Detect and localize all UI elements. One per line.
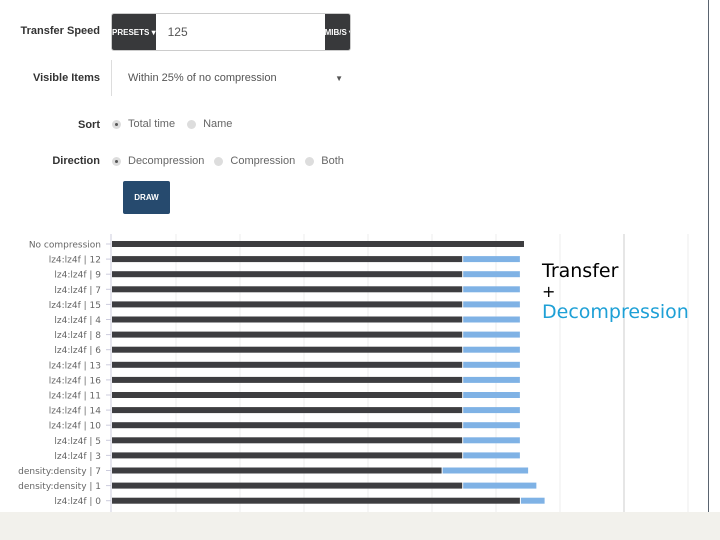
bar-transfer: [112, 316, 463, 323]
y-tick-label: No compression: [29, 241, 101, 251]
bar-decompression: [463, 437, 520, 444]
bar-transfer: [112, 256, 463, 263]
visible-items-label: Visible Items: [32, 72, 100, 84]
radio-label: Compression: [230, 155, 296, 167]
y-tick-label: density:density | 7: [18, 467, 101, 477]
legend-transfer: Transfer: [542, 260, 619, 282]
transfer-speed-group: PRESETS ▾ MIB/S ▾: [111, 13, 351, 51]
bar-transfer: [112, 331, 463, 338]
bar-transfer: [112, 376, 463, 383]
y-tick-label: lz4:lz4f | 0: [54, 497, 101, 507]
bar-transfer: [112, 346, 463, 353]
bar-decompression: [463, 361, 520, 368]
radio-label: Total time: [128, 118, 176, 130]
caret-down-icon: ▾: [347, 28, 350, 37]
bar-transfer: [112, 271, 463, 278]
bar-transfer: [112, 482, 463, 489]
bar-transfer: [112, 467, 442, 474]
y-tick-label: lz4:lz4f | 14: [49, 407, 102, 417]
sort-radio-group: Total time Name: [112, 118, 232, 130]
bar-decompression: [463, 316, 520, 323]
bar-transfer: [112, 286, 463, 293]
y-tick-label: lz4:lz4f | 5: [54, 437, 101, 447]
y-tick-label: lz4:lz4f | 11: [49, 392, 101, 402]
presets-dropdown[interactable]: PRESETS ▾: [112, 14, 156, 50]
visible-items-value: Within 25% of no compression: [128, 72, 277, 84]
y-tick-label: lz4:lz4f | 16: [49, 376, 102, 386]
unit-label: MIB/S: [324, 27, 347, 37]
panel-border: [708, 0, 709, 512]
bar-decompression: [463, 331, 520, 338]
draw-button[interactable]: DRAW: [123, 181, 170, 214]
bar-decompression: [463, 271, 520, 278]
visible-items-select[interactable]: Within 25% of no compression ▼: [111, 60, 349, 96]
transfer-speed-label: Transfer Speed: [20, 25, 100, 37]
speed-input[interactable]: [155, 14, 325, 50]
bar-transfer: [112, 361, 463, 368]
bar-decompression: [463, 482, 537, 489]
radio-decompression[interactable]: [112, 156, 121, 166]
bar-transfer: [112, 497, 520, 504]
y-tick-label: lz4:lz4f | 3: [54, 452, 101, 462]
y-tick-label: lz4:lz4f | 6: [54, 346, 101, 356]
radio-both[interactable]: [305, 156, 315, 166]
sort-label: Sort: [78, 119, 100, 131]
bar-decompression: [463, 346, 520, 353]
radio-total-time[interactable]: [112, 119, 121, 129]
presets-label: PRESETS: [112, 27, 150, 37]
bar-decompression: [520, 497, 545, 504]
bar-decompression: [463, 422, 520, 429]
bar-decompression: [463, 256, 520, 263]
y-tick-label: density:density | 1: [18, 482, 101, 492]
radio-label: Both: [321, 155, 344, 167]
legend: Transfer + Decompression: [542, 260, 689, 323]
bar-transfer: [112, 422, 463, 429]
bar-transfer: [112, 392, 463, 398]
legend-decompression: Decompression: [542, 301, 689, 323]
caret-down-icon: ▼: [335, 73, 343, 83]
radio-compression[interactable]: [214, 156, 224, 166]
bar-transfer: [112, 437, 463, 444]
legend-plus: +: [542, 282, 556, 301]
y-tick-label: lz4:lz4f | 12: [49, 256, 101, 266]
y-tick-label: lz4:lz4f | 15: [49, 301, 101, 311]
radio-name[interactable]: [187, 119, 197, 129]
bar-transfer: [112, 241, 524, 247]
y-tick-label: lz4:lz4f | 7: [54, 286, 101, 296]
y-tick-label: lz4:lz4f | 9: [54, 271, 101, 281]
bar-decompression: [463, 392, 520, 398]
y-tick-label: lz4:lz4f | 8: [54, 331, 101, 341]
y-tick-label: lz4:lz4f | 13: [49, 361, 101, 371]
bar-decompression: [463, 286, 520, 293]
footer-bar: [0, 512, 720, 540]
direction-radio-group: Decompression Compression Both: [112, 155, 344, 167]
bar-decompression: [463, 452, 520, 459]
bar-transfer: [112, 452, 463, 459]
y-tick-label: lz4:lz4f | 4: [54, 316, 101, 326]
direction-label: Direction: [52, 155, 100, 167]
unit-dropdown[interactable]: MIB/S ▾: [324, 14, 350, 50]
bar-decompression: [442, 467, 529, 474]
y-tick-label: lz4:lz4f | 10: [49, 422, 102, 432]
bar-decompression: [463, 376, 520, 383]
radio-label: Name: [203, 118, 233, 130]
bar-transfer: [112, 301, 463, 308]
bar-decompression: [463, 301, 520, 308]
bar-decompression: [463, 407, 520, 414]
radio-label: Decompression: [128, 155, 205, 167]
bar-transfer: [112, 407, 463, 414]
